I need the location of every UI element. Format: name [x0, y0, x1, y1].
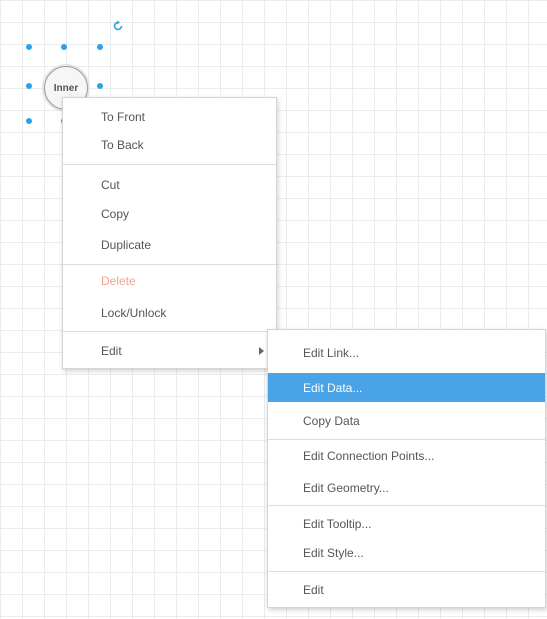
- submenu-item-edit-data[interactable]: Edit Data...: [268, 373, 545, 402]
- menu-item-label: Lock/Unlock: [101, 306, 167, 320]
- node-label: Inner: [53, 82, 79, 94]
- menu-item-label: To Back: [101, 138, 144, 152]
- submenu-item-edit-tooltip[interactable]: Edit Tooltip...: [268, 511, 545, 537]
- resize-handle-top[interactable]: [61, 44, 67, 50]
- resize-handle-left[interactable]: [26, 83, 32, 89]
- resize-handle-bottom-left[interactable]: [26, 118, 32, 124]
- submenu-arrow-icon: [259, 347, 264, 355]
- menu-item-label: Copy: [101, 207, 130, 221]
- menu-item-label: Edit Style...: [303, 546, 364, 560]
- menu-item-label: Edit Geometry...: [303, 481, 389, 495]
- menu-item-duplicate[interactable]: Duplicate: [63, 232, 276, 258]
- menu-item-label: Edit Data...: [303, 380, 363, 395]
- submenu-item-edit-geometry[interactable]: Edit Geometry...: [268, 475, 545, 501]
- context-menu: To Front To Back Cut Copy Duplicate Dele…: [62, 97, 277, 369]
- menu-item-to-front[interactable]: To Front: [63, 104, 276, 130]
- resize-handle-top-right[interactable]: [97, 44, 103, 50]
- menu-item-label: Copy Data: [303, 414, 360, 428]
- submenu-item-copy-data[interactable]: Copy Data: [268, 408, 545, 434]
- menu-item-label: Edit: [303, 583, 324, 597]
- menu-separator: [268, 505, 545, 506]
- resize-handle-top-left[interactable]: [26, 44, 32, 50]
- menu-item-label: Edit: [101, 344, 122, 358]
- submenu-item-edit[interactable]: Edit: [268, 577, 545, 603]
- menu-item-edit[interactable]: Edit: [63, 338, 276, 364]
- menu-separator: [63, 264, 276, 265]
- submenu-item-edit-style[interactable]: Edit Style...: [268, 540, 545, 566]
- resize-handle-right[interactable]: [97, 83, 103, 89]
- submenu-item-edit-link[interactable]: Edit Link...: [268, 340, 545, 366]
- menu-item-copy[interactable]: Copy: [63, 201, 276, 227]
- menu-item-cut[interactable]: Cut: [63, 172, 276, 198]
- menu-item-label: Edit Link...: [303, 346, 360, 360]
- menu-separator: [63, 164, 276, 165]
- menu-item-lock-unlock[interactable]: Lock/Unlock: [63, 300, 276, 326]
- menu-item-label: Delete: [101, 274, 136, 288]
- menu-item-label: Edit Connection Points...: [303, 449, 435, 463]
- menu-item-label: Edit Tooltip...: [303, 517, 372, 531]
- edit-submenu: Edit Link... Edit Data... Copy Data Edit…: [267, 329, 546, 608]
- rotate-handle-icon[interactable]: [112, 20, 124, 32]
- submenu-item-edit-connection-points[interactable]: Edit Connection Points...: [268, 443, 545, 469]
- menu-item-delete[interactable]: Delete: [63, 268, 276, 294]
- menu-item-label: Cut: [101, 178, 120, 192]
- menu-item-to-back[interactable]: To Back: [63, 132, 276, 158]
- menu-separator: [268, 571, 545, 572]
- menu-separator: [63, 331, 276, 332]
- menu-item-label: To Front: [101, 110, 146, 124]
- menu-separator: [268, 439, 545, 440]
- menu-item-label: Duplicate: [101, 238, 152, 252]
